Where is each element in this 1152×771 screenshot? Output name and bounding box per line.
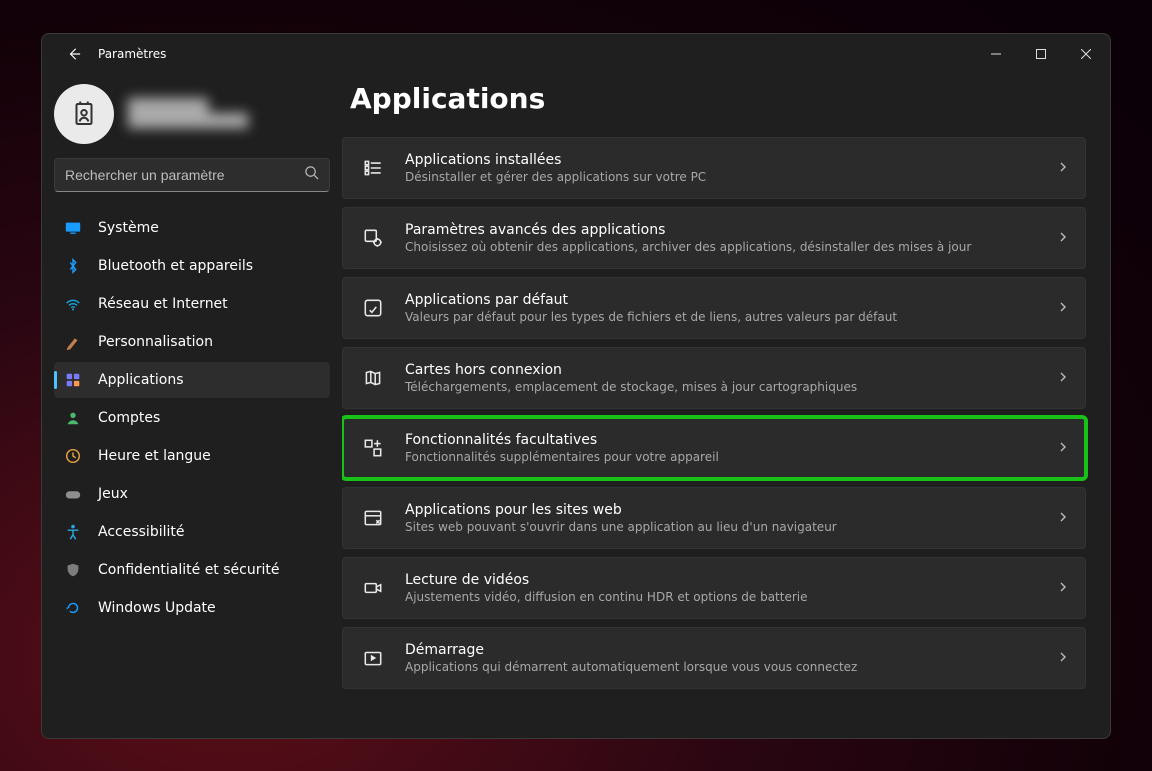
card-subtitle: Téléchargements, emplacement de stockage… [405, 380, 1037, 394]
chevron-right-icon [1057, 158, 1069, 177]
video-icon [361, 576, 385, 600]
card-subtitle: Sites web pouvant s'ouvrir dans une appl… [405, 520, 1037, 534]
search-input[interactable] [65, 167, 304, 183]
settings-card[interactable]: Lecture de vidéos Ajustements vidéo, diff… [342, 557, 1086, 619]
clock-icon [64, 447, 82, 465]
chevron-right-icon [1057, 368, 1069, 387]
card-title: Démarrage [405, 642, 1037, 658]
list-icon [361, 156, 385, 180]
accessibility-icon [64, 523, 82, 541]
nav-list: Système Bluetooth et appareils Réseau et I… [54, 210, 330, 626]
sidebar-item-heure-et-langue[interactable]: Heure et langue [54, 438, 330, 474]
sidebar-item-label: Windows Update [98, 600, 216, 616]
bluetooth-icon [64, 257, 82, 275]
card-subtitle: Désinstaller et gérer des applications s… [405, 170, 1037, 184]
sidebar-item-jeux[interactable]: Jeux [54, 476, 330, 512]
monitor-icon [64, 219, 82, 237]
sidebar-item-label: Jeux [98, 486, 128, 502]
sidebar-item-r-seau-et-internet[interactable]: Réseau et Internet [54, 286, 330, 322]
chevron-right-icon [1057, 438, 1069, 457]
brush-icon [64, 333, 82, 351]
card-subtitle: Valeurs par défaut pour les types de fic… [405, 310, 1037, 324]
chevron-right-icon [1057, 228, 1069, 247]
gamepad-icon [64, 485, 82, 503]
apps-icon [64, 371, 82, 389]
sidebar-item-syst-me[interactable]: Système [54, 210, 330, 246]
chevron-right-icon [1057, 648, 1069, 667]
settings-card[interactable]: Applications installées Désinstaller et g… [342, 137, 1086, 199]
settings-card[interactable]: Paramètres avancés des applications Chois… [342, 207, 1086, 269]
avatar [54, 84, 114, 144]
settings-card[interactable]: Cartes hors connexion Téléchargements, em… [342, 347, 1086, 409]
sidebar-item-label: Applications [98, 372, 184, 388]
wifi-icon [64, 295, 82, 313]
shield-icon [64, 561, 82, 579]
gear-app-icon [361, 226, 385, 250]
profile-block[interactable]: ████████████████████ [54, 80, 330, 158]
features-icon [361, 436, 385, 460]
sidebar-item-label: Personnalisation [98, 334, 213, 350]
sidebar-item-label: Comptes [98, 410, 160, 426]
card-title: Cartes hors connexion [405, 362, 1037, 378]
main-content: Applications Applications installées Dési… [342, 74, 1110, 738]
sidebar-item-label: Heure et langue [98, 448, 211, 464]
settings-card[interactable]: Applications par défaut Valeurs par défau… [342, 277, 1086, 339]
card-subtitle: Applications qui démarrent automatiqueme… [405, 660, 1037, 674]
settings-card[interactable]: Démarrage Applications qui démarrent auto… [342, 627, 1086, 689]
card-title: Fonctionnalités facultatives [405, 432, 1037, 448]
search-box[interactable] [54, 158, 330, 192]
sidebar-item-comptes[interactable]: Comptes [54, 400, 330, 436]
back-button[interactable] [60, 40, 88, 68]
minimize-button[interactable] [973, 38, 1018, 70]
search-icon [304, 165, 319, 184]
settings-card[interactable]: Applications pour les sites web Sites web… [342, 487, 1086, 549]
card-subtitle: Choisissez où obtenir des applications, … [405, 240, 1037, 254]
sidebar-item-applications[interactable]: Applications [54, 362, 330, 398]
card-subtitle: Ajustements vidéo, diffusion en continu … [405, 590, 1037, 604]
maximize-button[interactable] [1018, 38, 1063, 70]
card-title: Applications installées [405, 152, 1037, 168]
window-title: Paramètres [98, 47, 166, 61]
default-app-icon [361, 296, 385, 320]
sidebar-item-bluetooth-et-appareils[interactable]: Bluetooth et appareils [54, 248, 330, 284]
card-title: Applications par défaut [405, 292, 1037, 308]
titlebar: Paramètres [42, 34, 1110, 74]
sidebar-item-personnalisation[interactable]: Personnalisation [54, 324, 330, 360]
card-title: Paramètres avancés des applications [405, 222, 1037, 238]
sidebar-item-label: Confidentialité et sécurité [98, 562, 279, 578]
chevron-right-icon [1057, 298, 1069, 317]
web-app-icon [361, 506, 385, 530]
sidebar-item-label: Bluetooth et appareils [98, 258, 253, 274]
sidebar-item-confidentialit-et-s-curit-[interactable]: Confidentialité et sécurité [54, 552, 330, 588]
chevron-right-icon [1057, 578, 1069, 597]
card-subtitle: Fonctionnalités supplémentaires pour vot… [405, 450, 1037, 464]
profile-name: ████████████████████ [128, 99, 248, 129]
card-title: Applications pour les sites web [405, 502, 1037, 518]
map-icon [361, 366, 385, 390]
sidebar-item-label: Accessibilité [98, 524, 184, 540]
cards-list: Applications installées Désinstaller et g… [342, 137, 1092, 738]
startup-icon [361, 646, 385, 670]
sidebar-item-label: Système [98, 220, 159, 236]
card-title: Lecture de vidéos [405, 572, 1037, 588]
update-icon [64, 599, 82, 617]
settings-window: Paramètres ████████████████████ [41, 33, 1111, 739]
sidebar-item-label: Réseau et Internet [98, 296, 228, 312]
person-icon [64, 409, 82, 427]
close-button[interactable] [1063, 38, 1108, 70]
sidebar-item-windows-update[interactable]: Windows Update [54, 590, 330, 626]
chevron-right-icon [1057, 508, 1069, 527]
sidebar: ████████████████████ Système Bluetooth et… [42, 74, 342, 738]
settings-card[interactable]: Fonctionnalités facultatives Fonctionnali… [342, 417, 1086, 479]
sidebar-item-accessibilit-[interactable]: Accessibilité [54, 514, 330, 550]
page-title: Applications [342, 74, 1092, 137]
